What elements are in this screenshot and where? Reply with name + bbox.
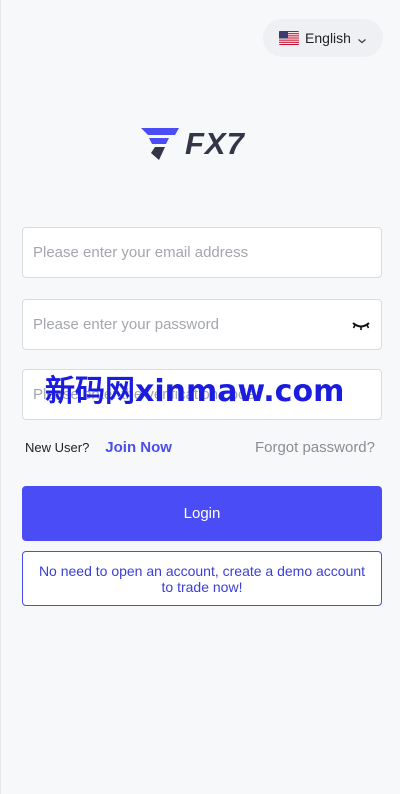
- forgot-password-link[interactable]: Forgot password?: [255, 439, 375, 456]
- join-now-link[interactable]: Join Now: [105, 439, 172, 456]
- us-flag-icon: [279, 31, 300, 45]
- language-selector[interactable]: English: [263, 19, 383, 57]
- account-links-row: New User? Join Now Forgot password?: [25, 436, 375, 458]
- brand-logo: FX7: [139, 124, 265, 164]
- verification-code-field[interactable]: [22, 369, 382, 420]
- new-user-label: New User?: [25, 439, 90, 455]
- demo-account-button[interactable]: No need to open an account, create a dem…: [22, 551, 382, 606]
- language-label: English: [305, 30, 351, 46]
- chevron-down-icon: [357, 33, 367, 44]
- login-button[interactable]: Login: [22, 486, 382, 541]
- verification-code-input[interactable]: [33, 370, 371, 419]
- login-page: English FX7 新码网xinmaw.com New User?: [0, 0, 400, 794]
- eye-closed-icon[interactable]: [351, 318, 371, 332]
- logo-text: FX7: [185, 126, 245, 161]
- logo-mark-icon: [141, 128, 179, 160]
- email-input[interactable]: [33, 228, 371, 277]
- email-field[interactable]: [22, 227, 382, 278]
- password-field[interactable]: [22, 299, 382, 350]
- password-input[interactable]: [33, 300, 351, 349]
